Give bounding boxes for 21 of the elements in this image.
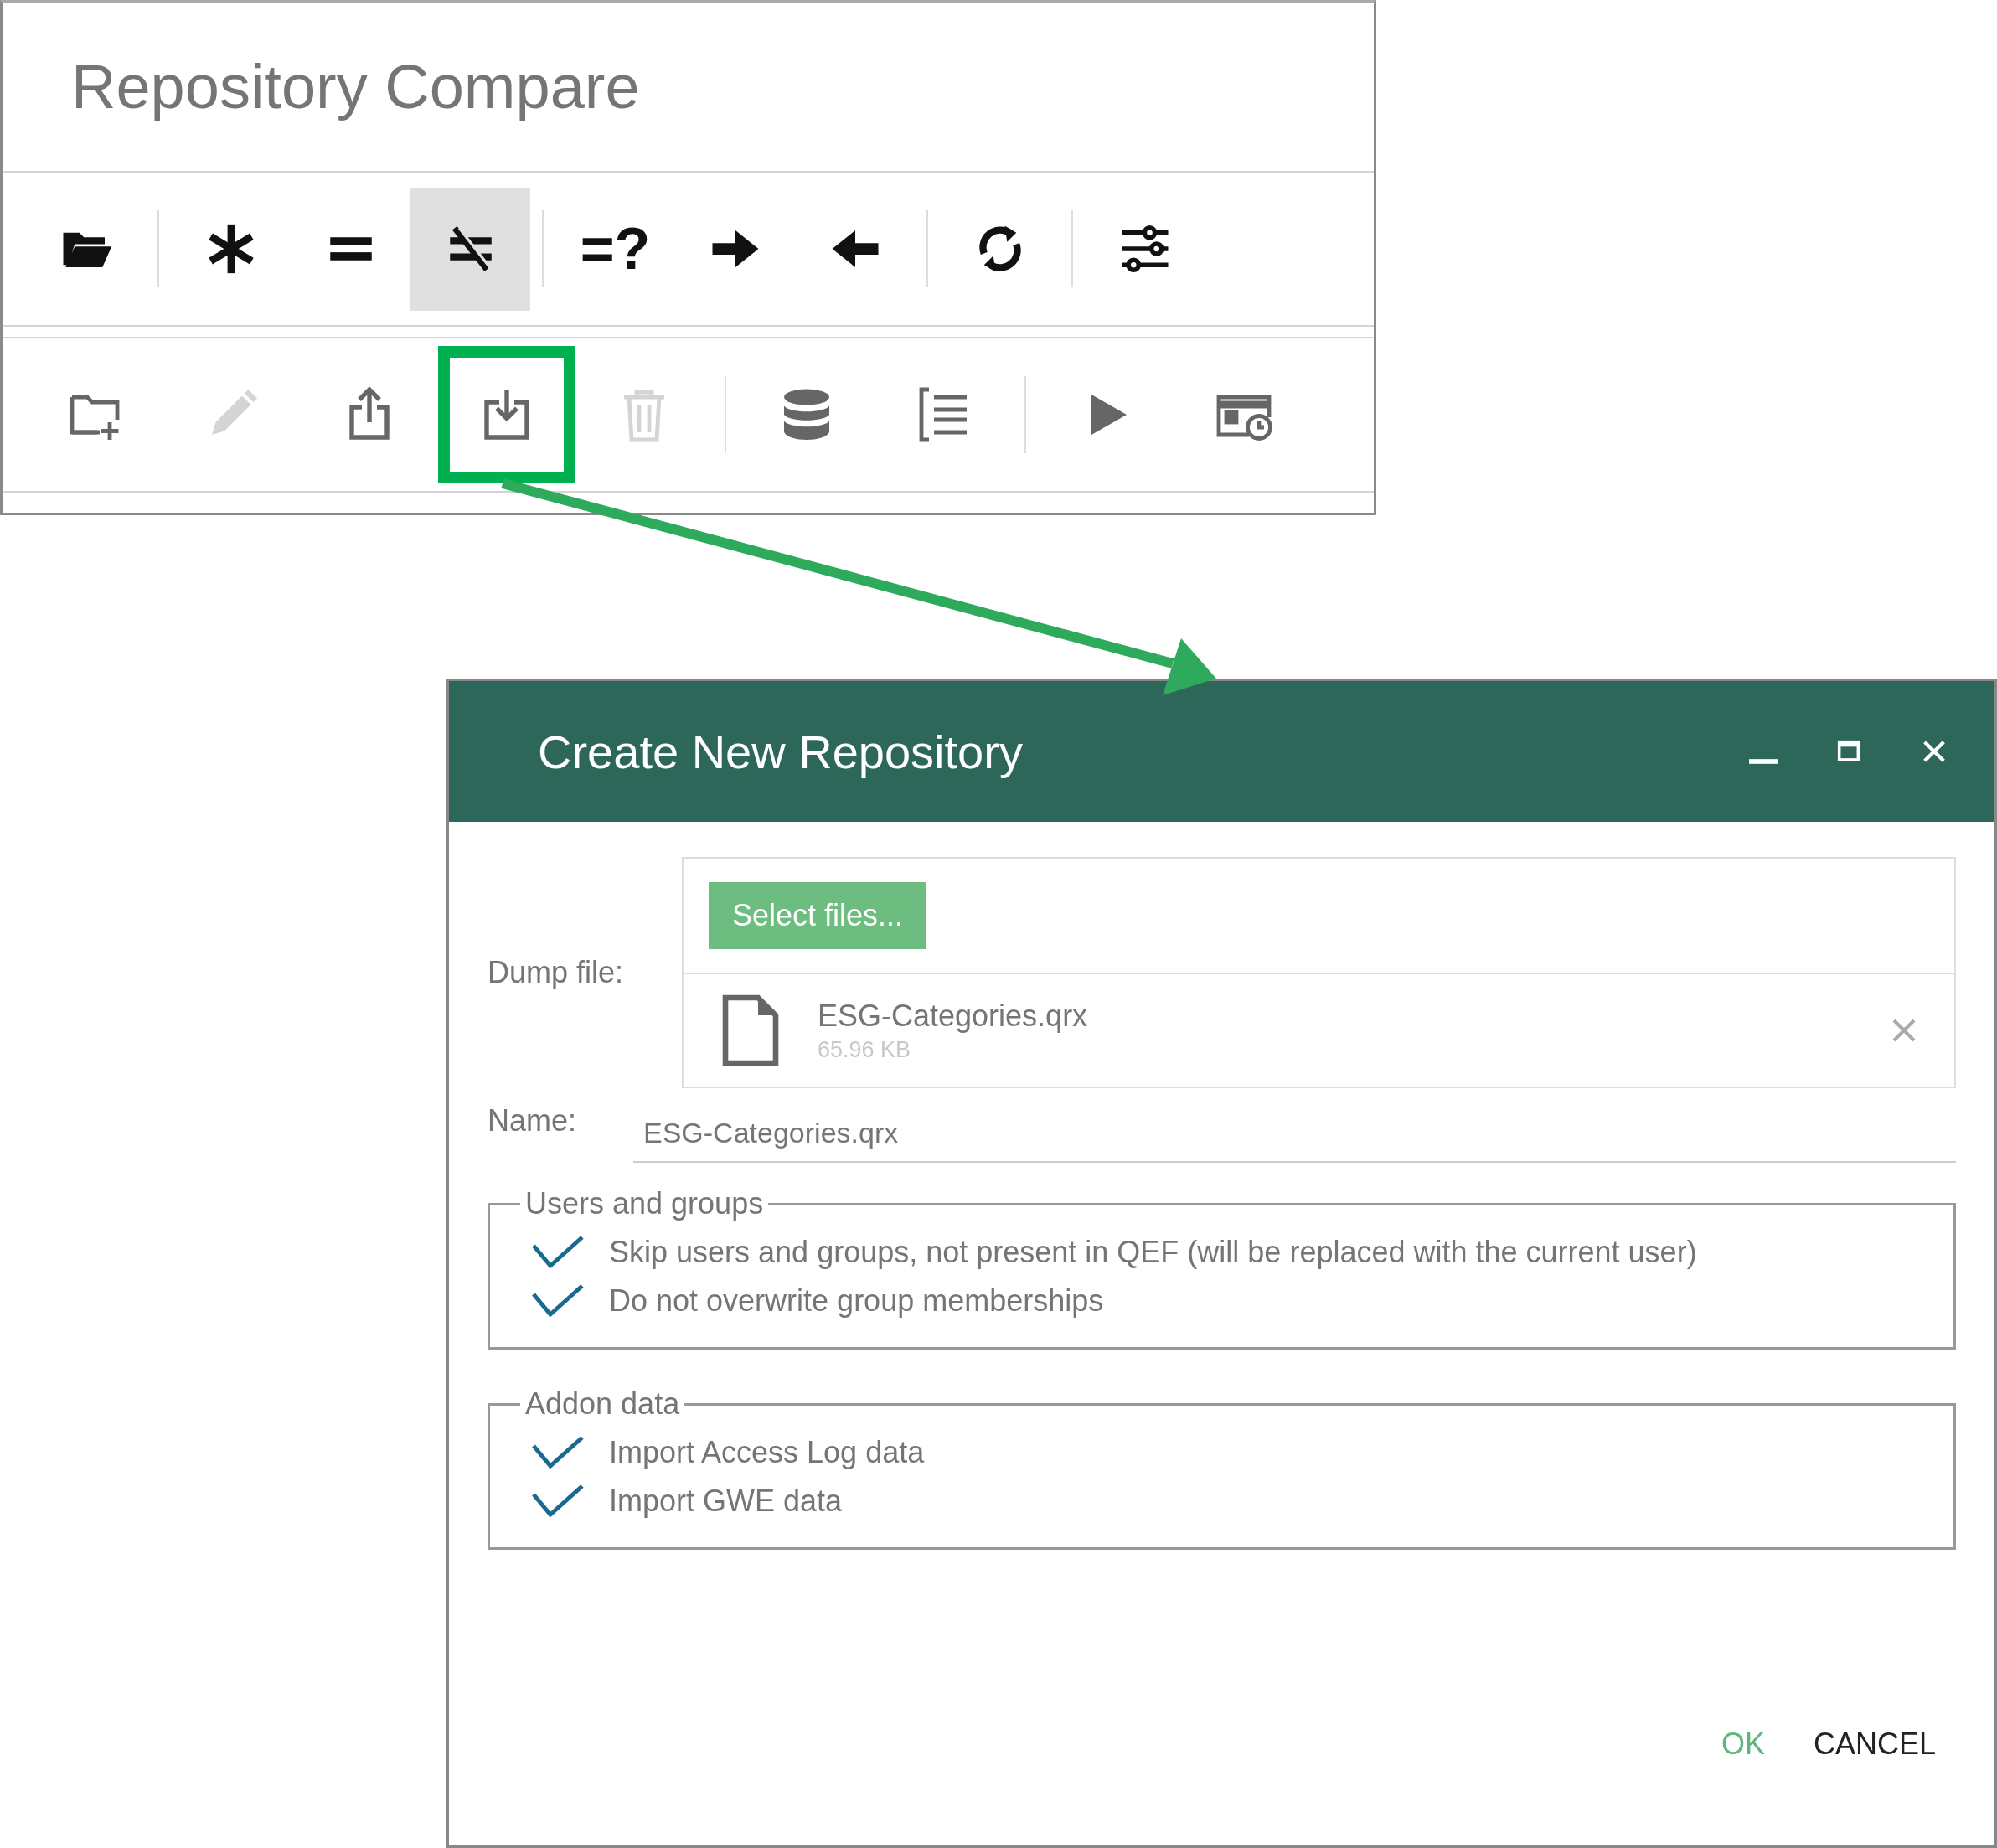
toolbar-button[interactable]	[410, 187, 530, 311]
group-legend: Addon data	[520, 1386, 685, 1422]
minimize-icon	[1749, 759, 1778, 764]
checkmark[interactable]	[532, 1234, 584, 1271]
field-label: Dump file:	[488, 955, 625, 990]
ok-button[interactable]: OK	[1721, 1727, 1765, 1762]
file-name: ESG-Categories.qrx	[818, 998, 1089, 1034]
option-label: Import GWE data	[609, 1484, 843, 1519]
option-label: Skip users and groups, not present in QEF (will be replaced with the current user)	[609, 1235, 1697, 1270]
checkmark[interactable]	[532, 1283, 584, 1319]
file-icon	[720, 993, 781, 1068]
compare-button[interactable]: =?	[555, 187, 675, 311]
checkmark[interactable]	[532, 1483, 584, 1520]
close-icon	[1891, 1017, 1917, 1044]
option-label: Do not overwrite group memberships	[609, 1283, 1104, 1319]
field-label: Name:	[488, 1103, 578, 1138]
dialog-title: Create New Repository	[538, 724, 1024, 779]
option-label: Import Access Log data	[609, 1435, 925, 1470]
cancel-button[interactable]: CANCEL	[1813, 1727, 1936, 1762]
checkmark[interactable]	[532, 1434, 584, 1471]
group-legend: Users and groups	[520, 1186, 769, 1221]
